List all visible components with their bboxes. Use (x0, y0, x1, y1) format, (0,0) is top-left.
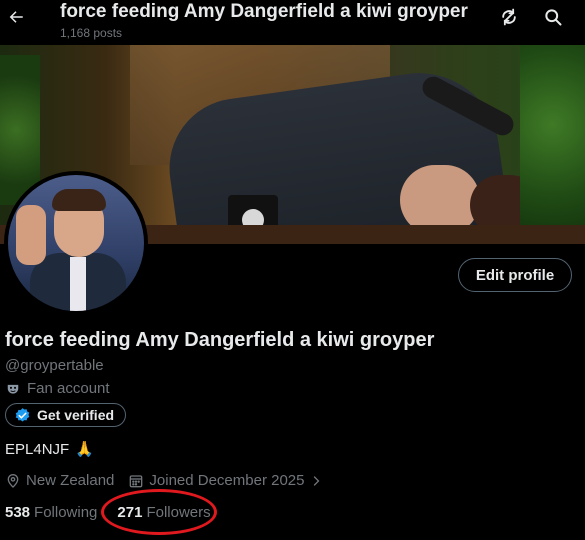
header-title: force feeding Amy Dangerfield a kiwi gro… (60, 1, 468, 22)
chevron-right-icon (310, 474, 327, 488)
followers-label: Followers (146, 504, 211, 521)
handle: @groypertable (5, 357, 104, 374)
mask-icon (5, 381, 21, 397)
verified-badge-icon (15, 407, 30, 422)
category-label: Fan account (27, 380, 110, 397)
following-link[interactable]: 538 Following (5, 503, 97, 523)
get-verified-button[interactable]: Get verified (5, 403, 127, 427)
search-icon (545, 9, 562, 26)
location-pin-icon (7, 474, 19, 488)
edit-profile-button[interactable]: Edit profile (458, 258, 572, 292)
profile-meta: New Zealand Joined December 2025 (5, 471, 327, 491)
search-button[interactable] (542, 6, 564, 28)
avatar-image (8, 175, 144, 311)
location: New Zealand (5, 471, 114, 491)
bio-text: EPL4NJF (5, 441, 70, 458)
followers-link[interactable]: 271 Followers (101, 489, 218, 535)
follow-stats: 538 Following 271 Followers (5, 489, 218, 535)
joined-date[interactable]: Joined December 2025 (128, 471, 326, 491)
joined-text: Joined December 2025 (149, 472, 305, 489)
refresh-icon (502, 8, 516, 26)
location-text: New Zealand (26, 472, 115, 489)
praying-hands-emoji: 🙏 (75, 441, 94, 458)
display-name: force feeding Amy Dangerfield a kiwi gro… (5, 329, 435, 351)
refresh-button[interactable] (498, 6, 520, 28)
followers-count: 271 (117, 504, 143, 521)
top-bar: force feeding Amy Dangerfield a kiwi gro… (0, 0, 585, 45)
back-button[interactable] (4, 4, 28, 30)
account-category: Fan account (5, 379, 110, 399)
get-verified-label: Get verified (37, 407, 115, 423)
back-arrow-icon (9, 11, 23, 23)
header-post-count: 1,168 posts (60, 26, 123, 40)
following-label: Following (34, 504, 98, 521)
calendar-icon (130, 475, 143, 488)
bio: EPL4NJF 🙏 (5, 440, 94, 460)
following-count: 538 (5, 504, 31, 521)
avatar[interactable] (4, 171, 148, 315)
